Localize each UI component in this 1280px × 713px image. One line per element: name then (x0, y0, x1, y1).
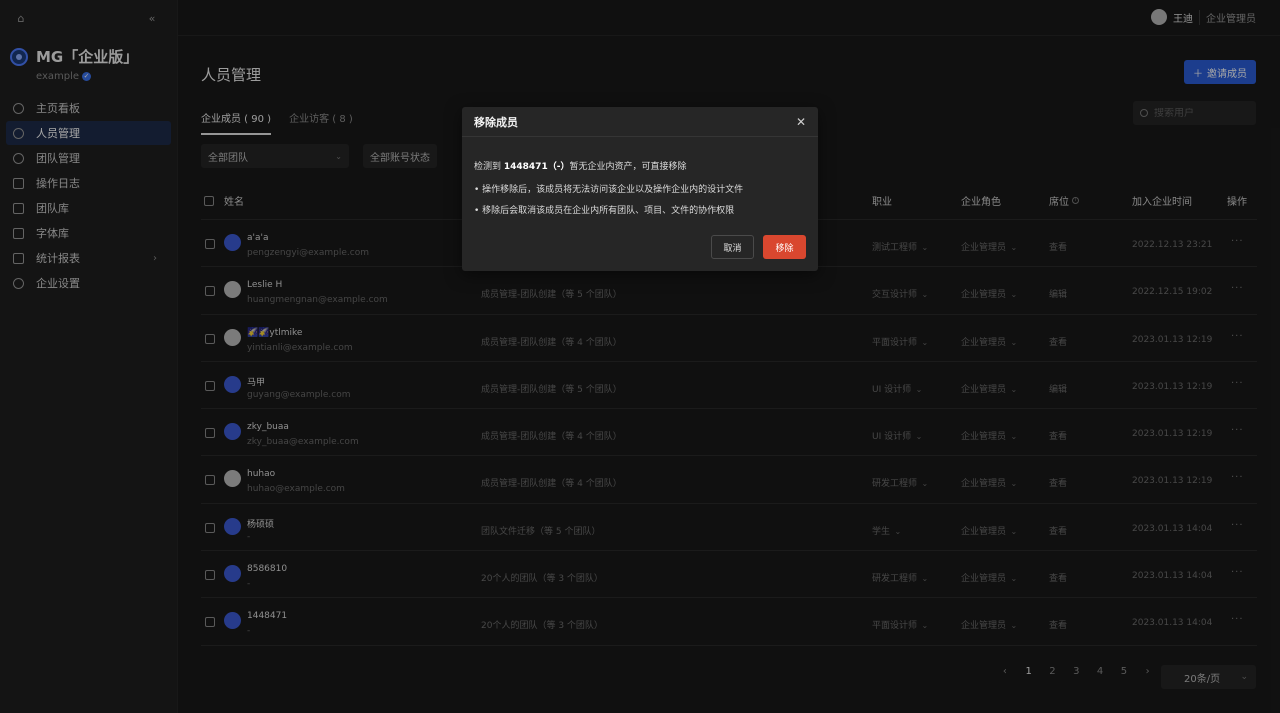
remove-button[interactable]: 移除 (763, 235, 806, 259)
cancel-button[interactable]: 取消 (711, 235, 754, 259)
dialog-bullet-2: • 移除后会取消该成员在企业内所有团队、项目、文件的协作权限 (474, 206, 735, 216)
dialog-message-prefix: 检测到 (474, 162, 504, 172)
remove-member-dialog: 移除成员 ✕ 检测到 1448471（-）暂无企业内资产，可直接移除 • 操作移… (462, 107, 818, 271)
dialog-bullet-1: • 操作移除后，该成员将无法访问该企业以及操作企业内的设计文件 (474, 185, 744, 195)
dialog-message: 检测到 1448471（-）暂无企业内资产，可直接移除 (474, 159, 806, 172)
dialog-message-suffix: 暂无企业内资产，可直接移除 (569, 162, 687, 172)
dialog-header: 移除成员 ✕ (462, 107, 818, 137)
dialog-title: 移除成员 (474, 115, 518, 129)
dialog-actions: 取消 移除 (711, 235, 806, 259)
dialog-message-user: 1448471（-） (503, 162, 570, 172)
close-icon[interactable]: ✕ (796, 115, 806, 129)
dialog-body: 检测到 1448471（-）暂无企业内资产，可直接移除 • 操作移除后，该成员将… (462, 137, 818, 216)
